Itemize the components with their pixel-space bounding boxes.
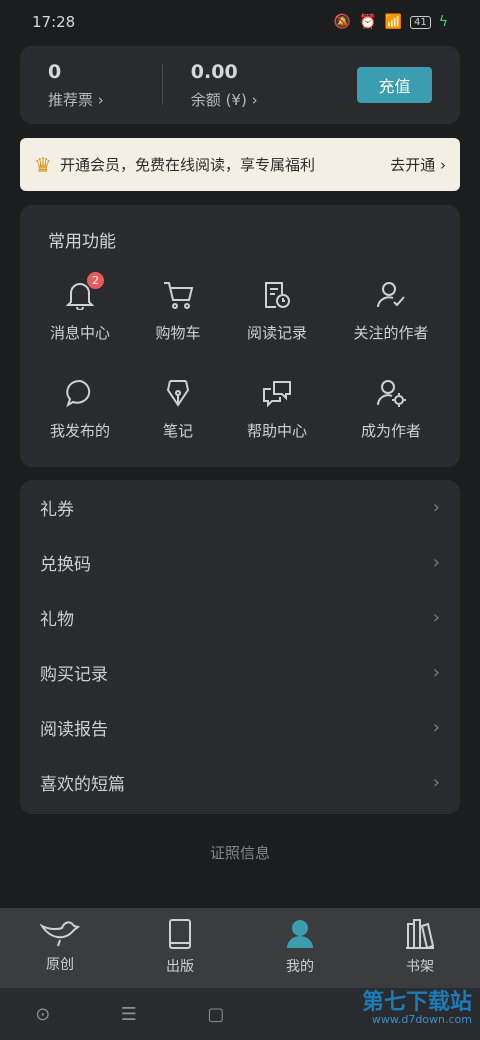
charging-icon: ϟ [438, 14, 448, 30]
balance-value: 0.00 [190, 60, 238, 83]
chevron-right-icon: › [432, 497, 440, 518]
become-author-icon [374, 376, 408, 410]
home-circle-icon[interactable]: ⊙ [35, 1004, 50, 1025]
mute-icon: 🔕 [333, 14, 352, 30]
status-time: 17:28 [32, 13, 76, 31]
function-label: 消息中心 [49, 324, 110, 342]
tab-original[interactable]: 原创 [0, 908, 120, 988]
bell-icon: 2 [63, 272, 104, 312]
chevron-right-icon: › [432, 717, 440, 738]
menu-item-purchase-history[interactable]: 购买记录 › [20, 645, 460, 700]
watermark-url: www.d7down.com [371, 1013, 472, 1026]
function-label: 阅读记录 [246, 324, 307, 342]
menu-item-reading-report[interactable]: 阅读报告 › [20, 700, 460, 755]
function-label: 笔记 [162, 422, 193, 440]
tickets-label: 推荐票 [48, 90, 94, 109]
function-label: 我发布的 [49, 422, 110, 440]
menu-item-label: 喜欢的短篇 [40, 775, 125, 795]
book-icon [169, 919, 191, 949]
pen-nib-icon [161, 376, 195, 410]
help-chat-icon [260, 376, 294, 410]
user-icon [287, 920, 313, 948]
bookshelf-icon [406, 919, 435, 950]
menu-list: 礼券 › 兑换码 › 礼物 › 购买记录 › 阅读报告 › 喜欢的短篇 › [20, 480, 460, 814]
tab-label: 我的 [286, 959, 314, 975]
function-reading-history[interactable]: 阅读记录 [222, 278, 332, 343]
membership-action: 去开通 [390, 156, 436, 174]
function-label: 购物车 [155, 324, 201, 342]
followed-author-icon [374, 278, 408, 312]
function-cart[interactable]: 购物车 [123, 278, 233, 343]
tab-label: 书架 [406, 959, 434, 975]
membership-text: 开通会员，免费在线阅读，享专属福利 [59, 156, 315, 174]
menu-item-label: 购买记录 [40, 665, 108, 685]
tab-mine[interactable]: 我的 [240, 908, 360, 988]
cart-icon [161, 278, 195, 312]
speech-bubble-icon [63, 376, 97, 410]
chevron-right-icon: › [432, 552, 440, 573]
menu-item-gifts[interactable]: 礼物 › [20, 590, 460, 645]
function-followed-authors[interactable]: 关注的作者 [336, 278, 446, 343]
chevron-right-icon: › [440, 156, 446, 174]
function-label: 帮助中心 [246, 422, 307, 440]
tab-label: 出版 [166, 959, 194, 975]
tab-publishing[interactable]: 出版 [120, 908, 240, 988]
balance-label: 余额 (¥) [190, 90, 247, 109]
reading-history-icon [260, 278, 294, 312]
menu-item-label: 礼券 [40, 500, 74, 520]
menu-item-label: 兑换码 [40, 555, 91, 575]
tab-bookshelf[interactable]: 书架 [360, 908, 480, 988]
watermark-title: 第七下载站 [361, 990, 472, 1015]
function-label: 成为作者 [360, 422, 421, 440]
chevron-right-icon: › [432, 662, 440, 683]
bird-icon [40, 921, 80, 947]
membership-banner[interactable]: ♛ 开通会员，免费在线阅读，享专属福利 去开通 › [20, 138, 460, 191]
battery-icon: 41 [410, 15, 431, 29]
crown-icon: ♛ [34, 152, 52, 177]
function-label: 关注的作者 [353, 324, 429, 342]
recommend-tickets[interactable]: 0 推荐票 › [48, 61, 104, 110]
divider [161, 65, 163, 105]
tickets-value: 0 [48, 60, 62, 83]
menu-item-coupons[interactable]: 礼券 › [20, 480, 460, 535]
chevron-right-icon: › [97, 90, 104, 109]
status-icons: 🔕 ⏰ 📶 41 ϟ [334, 14, 448, 30]
functions-title: 常用功能 [48, 232, 116, 252]
function-message-center[interactable]: 2 消息中心 [25, 272, 135, 343]
alarm-icon: ⏰ [359, 14, 377, 30]
wifi-icon: 📶 [384, 14, 403, 30]
function-my-posts[interactable]: 我发布的 [25, 376, 135, 441]
chevron-right-icon: › [251, 90, 258, 109]
status-bar: 17:28 🔕 ⏰ 📶 41 ϟ [0, 0, 480, 44]
function-help-center[interactable]: 帮助中心 [222, 376, 332, 441]
tab-label: 原创 [46, 957, 74, 973]
chevron-right-icon: › [432, 772, 440, 793]
wallet-card: 0 推荐票 › 0.00 余额 (¥) › 充值 [20, 46, 460, 124]
square-icon[interactable]: ▢ [207, 1004, 224, 1025]
menu-item-label: 阅读报告 [40, 720, 108, 740]
menu-item-redeem-code[interactable]: 兑换码 › [20, 535, 460, 590]
bottom-tab-bar: 原创 出版 我的 书架 [0, 908, 480, 988]
menu-item-liked-short-stories[interactable]: 喜欢的短篇 › [20, 755, 460, 810]
watermark-logo: 第七下载站 www.d7down.com [361, 990, 472, 1026]
common-functions-card: 常用功能 2 消息中心 购物车 阅读记录 关注的作者 我发布的 笔记 帮助中心 … [20, 205, 460, 467]
license-info-link[interactable]: 证照信息 [0, 842, 480, 863]
menu-item-label: 礼物 [40, 610, 74, 630]
notification-badge: 2 [87, 272, 104, 289]
chevron-right-icon: › [432, 607, 440, 628]
function-notes[interactable]: 笔记 [123, 376, 233, 441]
function-become-author[interactable]: 成为作者 [336, 376, 446, 441]
recharge-button[interactable]: 充值 [357, 67, 432, 103]
menu-lines-icon[interactable]: ☰ [121, 1004, 137, 1025]
balance[interactable]: 0.00 余额 (¥) › [191, 61, 258, 110]
